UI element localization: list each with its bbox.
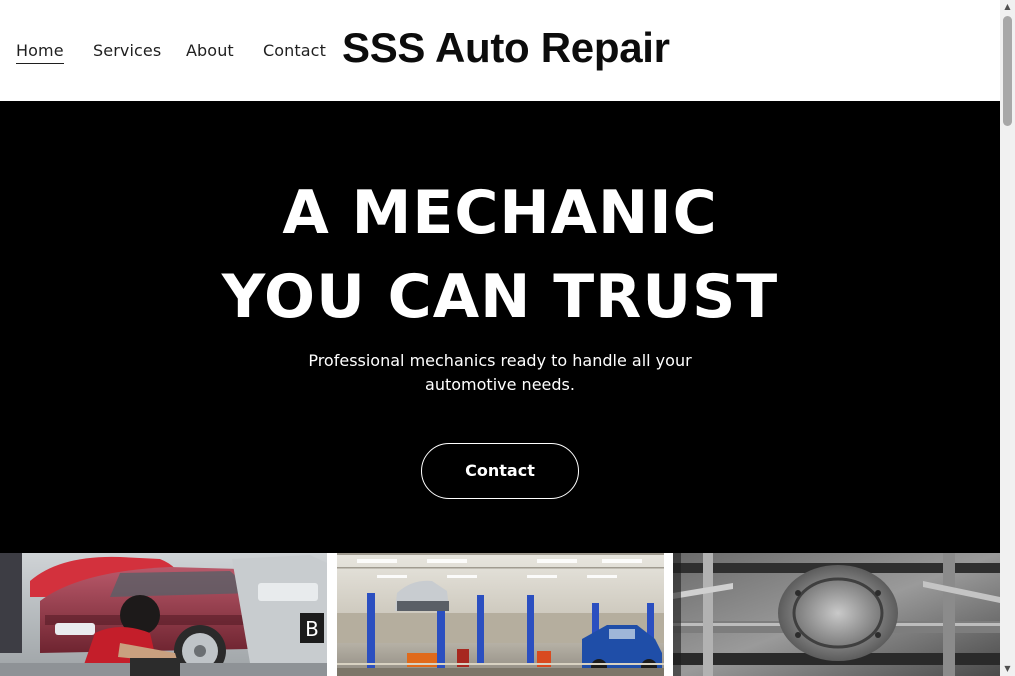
chevron-up-icon[interactable]: ▲ bbox=[1000, 0, 1015, 14]
contact-button[interactable]: Contact bbox=[421, 443, 579, 499]
nav-link-services[interactable]: Services bbox=[93, 40, 161, 62]
hero-title-line-2: YOU CAN TRUST bbox=[221, 262, 779, 332]
car-undercarriage-photo bbox=[673, 553, 1000, 676]
hero-title: A MECHANIC YOU CAN TRUST bbox=[0, 171, 1000, 339]
nav-link-home[interactable]: Home bbox=[16, 40, 64, 64]
hero-subtitle: Professional mechanics ready to handle a… bbox=[308, 351, 692, 394]
license-plate-text: B bbox=[305, 617, 319, 641]
image-gallery: B bbox=[0, 553, 1000, 676]
nav-link-contact[interactable]: Contact bbox=[263, 40, 326, 62]
hero-section: A MECHANIC YOU CAN TRUST Professional me… bbox=[0, 101, 1000, 553]
site-header: Home Services About Contact SSS Auto Rep… bbox=[0, 0, 1000, 101]
nav-link-about[interactable]: About bbox=[186, 40, 234, 62]
scrollbar-thumb[interactable] bbox=[1003, 16, 1012, 126]
page: Home Services About Contact SSS Auto Rep… bbox=[0, 0, 1000, 676]
hero-title-line-1: A MECHANIC bbox=[282, 178, 718, 248]
site-title[interactable]: SSS Auto Repair bbox=[342, 24, 670, 72]
page-scrollbar[interactable]: ▲ ▼ bbox=[1000, 0, 1015, 676]
service-garage-lifts-photo bbox=[337, 553, 664, 676]
chevron-down-icon[interactable]: ▼ bbox=[1000, 662, 1015, 676]
mechanic-working-on-car-photo: B bbox=[0, 553, 327, 676]
